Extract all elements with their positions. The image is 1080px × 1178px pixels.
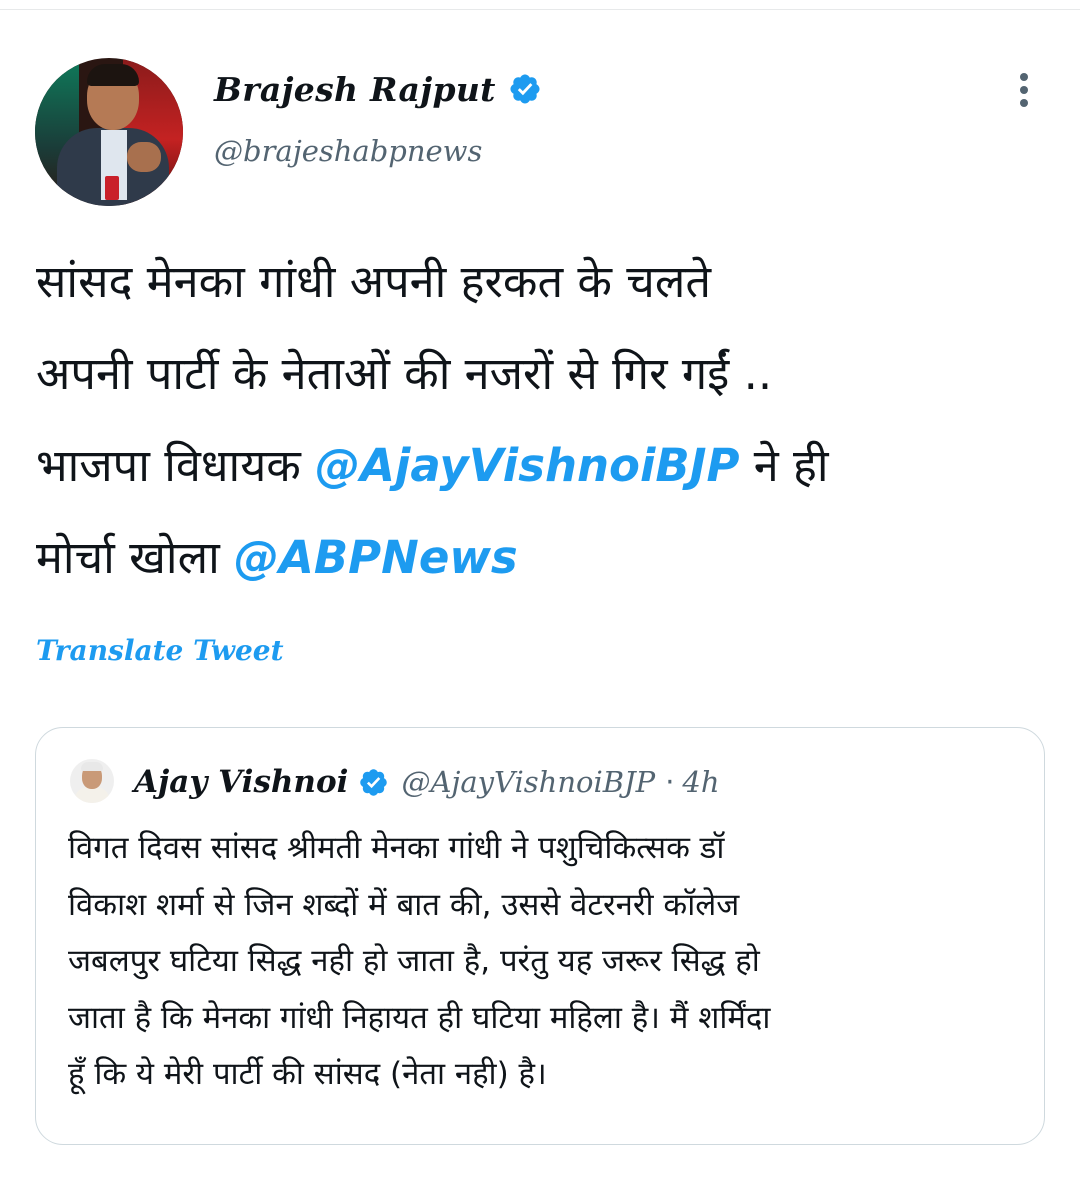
- quoted-author-avatar[interactable]: [70, 759, 114, 803]
- quoted-tweet-text: विगत दिवस सांसद श्रीमती मेनका गांधी ने प…: [68, 820, 1028, 1103]
- mention-link-ajayvishnoibjp[interactable]: @AjayVishnoiBJP: [315, 439, 739, 492]
- quoted-line: विगत दिवस सांसद श्रीमती मेनका गांधी ने प…: [68, 830, 725, 866]
- author-name-row[interactable]: Brajesh Rajput: [214, 66, 542, 112]
- translate-tweet-link[interactable]: Translate Tweet: [36, 634, 284, 667]
- quoted-line: विकाश शर्मा से जिन शब्दों में बात की, उस…: [68, 886, 740, 923]
- tweet-line-4-text: मोर्चा खोला: [36, 531, 235, 584]
- quoted-tweet-header: Ajay Vishnoi @AjayVishnoiBJP · 4h: [134, 758, 720, 806]
- tweet-line-3-tail: ने ही: [739, 439, 829, 492]
- tweet-line-2: अपनी पार्टी के नेताओं की नजरों से गिर गई…: [36, 347, 773, 400]
- quoted-author-name[interactable]: Ajay Vishnoi: [134, 764, 348, 800]
- quoted-line: हूँ कि ये मेरी पार्टी की सांसद (नेता नही…: [68, 1056, 547, 1092]
- tweet-line-4: मोर्चा खोला @ABPNews: [36, 512, 1056, 604]
- author-avatar[interactable]: [35, 58, 183, 206]
- more-vertical-icon[interactable]: [1008, 68, 1040, 112]
- quoted-line: जबलपुर घटिया सिद्ध नही हो जाता है, परंतु…: [68, 943, 760, 979]
- author-handle[interactable]: @brajeshabpnews: [214, 134, 482, 168]
- tweet-line-3-text: भाजपा विधायक: [36, 439, 316, 492]
- quoted-line: जाता है कि मेनका गांधी निहायत ही घटिया म…: [68, 999, 771, 1036]
- mention-link-abpnews[interactable]: @ABPNews: [234, 531, 518, 584]
- quoted-tweet-time[interactable]: 4h: [682, 765, 719, 799]
- quoted-author-handle[interactable]: @AjayVishnoiBJP: [401, 765, 655, 799]
- author-display-name[interactable]: Brajesh Rajput: [214, 70, 496, 109]
- tweet-text: सांसद मेनका गांधी अपनी हरकत के चलते अपनी…: [36, 236, 1056, 604]
- tweet-line-1: सांसद मेनका गांधी अपनी हरकत के चलते: [36, 255, 712, 308]
- top-divider: [0, 9, 1080, 10]
- verified-badge-icon: [510, 74, 540, 104]
- tweet-line-3: भाजपा विधायक @AjayVishnoiBJP ने ही: [36, 420, 1056, 512]
- verified-badge-icon: [360, 768, 388, 796]
- quoted-tweet-card[interactable]: Ajay Vishnoi @AjayVishnoiBJP · 4h विगत द…: [35, 727, 1045, 1145]
- separator-dot: ·: [665, 765, 675, 799]
